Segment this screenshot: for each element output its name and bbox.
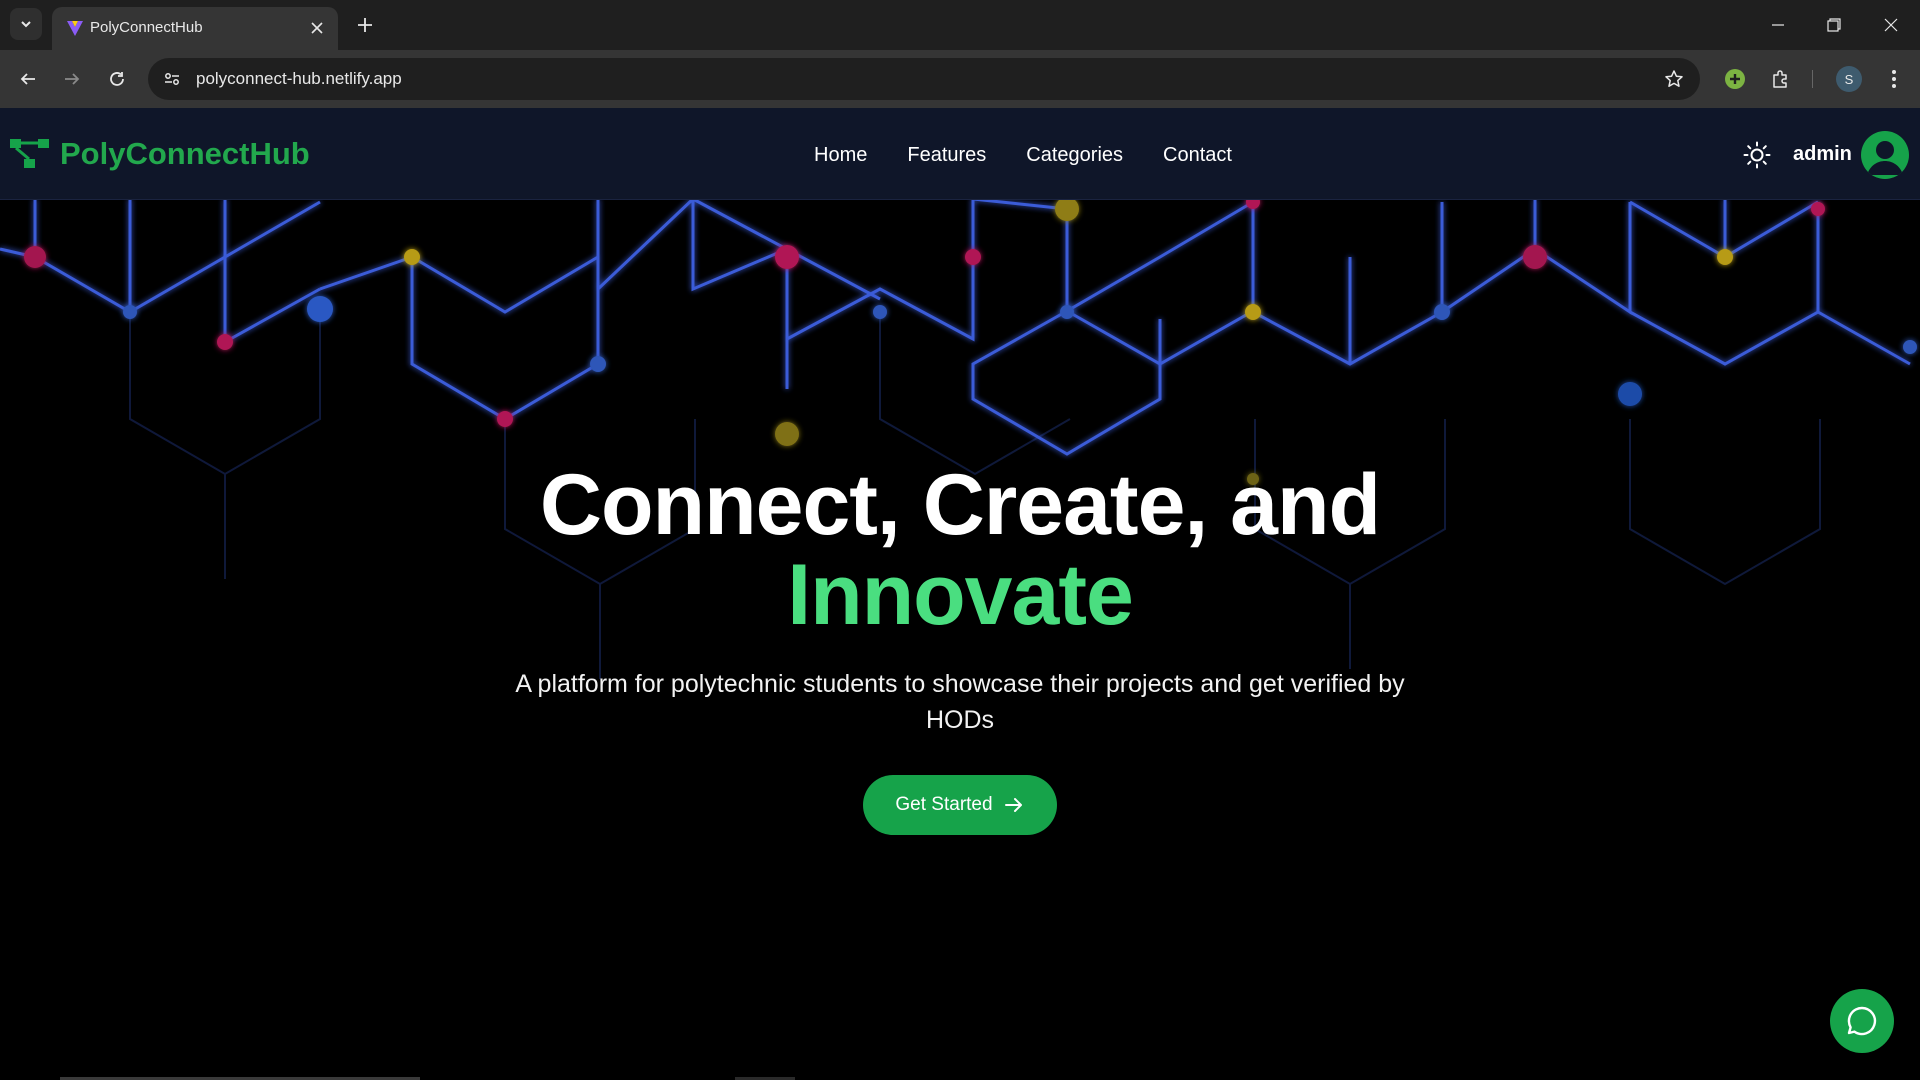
network-icon (10, 139, 49, 168)
new-tab-button[interactable] (352, 12, 378, 38)
tab-close-icon[interactable] (306, 17, 328, 39)
nav-home[interactable]: Home (814, 144, 867, 167)
extension-green-icon[interactable] (1721, 65, 1749, 93)
nav-contact[interactable]: Contact (1163, 144, 1232, 167)
browser-tab[interactable]: PolyConnectHub (52, 7, 338, 50)
hero-title-line1: Connect, Create, and (539, 457, 1381, 553)
get-started-label: Get Started (895, 794, 993, 815)
hero-title-accent: Innovate (787, 547, 1134, 643)
main-nav: Home Features Categories Contact (814, 144, 1272, 167)
browser-menu-icon[interactable] (1880, 65, 1908, 93)
site-info-icon[interactable] (160, 67, 184, 91)
user-icon (1867, 141, 1903, 175)
forward-button[interactable] (58, 65, 86, 93)
theme-toggle-button[interactable] (1742, 140, 1772, 170)
url-text: polyconnect-hub.netlify.app (196, 69, 402, 88)
arrow-right-icon (1004, 798, 1022, 812)
reload-icon (110, 72, 124, 86)
arrow-left-icon (20, 73, 35, 85)
reload-button[interactable] (103, 65, 131, 93)
close-window-button[interactable] (1880, 14, 1902, 36)
restore-icon (1827, 18, 1841, 32)
user-avatar[interactable] (1861, 131, 1909, 179)
site-favicon-icon (67, 21, 83, 36)
extensions-puzzle-icon[interactable] (1767, 65, 1795, 93)
bookmark-star-icon[interactable] (1662, 67, 1686, 91)
nav-features[interactable]: Features (907, 144, 986, 167)
restore-button[interactable] (1823, 14, 1845, 36)
hero-subtitle: A platform for polytechnic students to s… (515, 670, 1405, 734)
address-bar[interactable]: polyconnect-hub.netlify.app (148, 58, 1700, 100)
tab-search-button[interactable] (10, 8, 42, 40)
tab-title: PolyConnectHub (90, 19, 203, 36)
site-navbar: PolyConnectHub Home Features Categories … (0, 108, 1920, 200)
username-label[interactable]: admin (1793, 143, 1852, 166)
toolbar-separator (1812, 70, 1813, 88)
profile-avatar[interactable]: S (1836, 66, 1862, 92)
nav-categories[interactable]: Categories (1026, 144, 1123, 167)
hero-title: Connect, Create, and Innovate (0, 460, 1920, 640)
arrow-right-icon (65, 73, 80, 85)
close-icon (1884, 18, 1898, 32)
plus-icon (358, 18, 372, 32)
browser-toolbar: polyconnect-hub.netlify.app S (0, 50, 1920, 109)
brand-name: PolyConnectHub (60, 136, 310, 171)
minimize-icon (1772, 24, 1784, 26)
chat-button[interactable] (1830, 989, 1894, 1053)
browser-tab-bar: PolyConnectHub (0, 0, 1920, 50)
sun-icon (1743, 141, 1771, 169)
chevron-down-icon (21, 21, 31, 28)
get-started-button[interactable]: Get Started (863, 775, 1057, 835)
minimize-button[interactable] (1767, 14, 1789, 36)
brand-logo-link[interactable]: PolyConnectHub (10, 136, 310, 172)
back-button[interactable] (14, 65, 42, 93)
chat-bubble-icon (1847, 1006, 1877, 1036)
